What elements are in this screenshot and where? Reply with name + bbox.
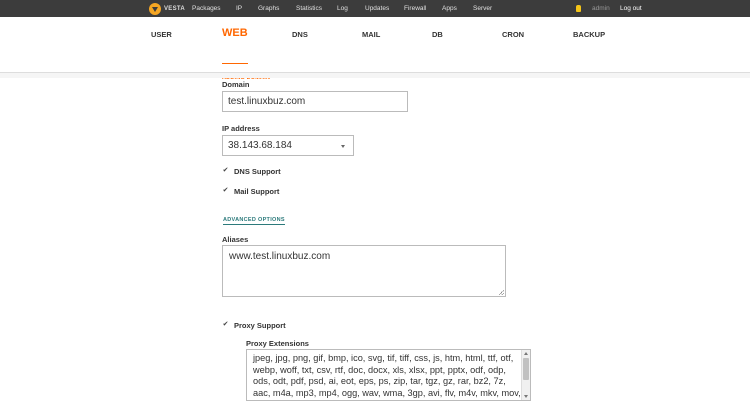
- topnav-ip[interactable]: IP: [236, 0, 242, 17]
- topnav-packages[interactable]: Packages: [192, 0, 221, 17]
- scrollbar[interactable]: [521, 350, 530, 400]
- topnav-server[interactable]: Server: [473, 0, 492, 17]
- aliases-label: Aliases: [222, 235, 249, 244]
- dns-support-label: DNS Support: [234, 167, 281, 176]
- tab-cron[interactable]: CRON: [502, 30, 524, 39]
- advanced-options-link[interactable]: ADVANCED OPTIONS: [223, 217, 285, 225]
- scroll-down-icon[interactable]: [524, 395, 528, 398]
- topnav-statistics[interactable]: Statistics: [296, 0, 322, 17]
- vesta-logo[interactable]: VESTA: [149, 2, 185, 15]
- logo-text: VESTA: [164, 5, 186, 12]
- dns-support-checkbox[interactable]: ✔: [222, 167, 229, 174]
- mail-support-label: Mail Support: [234, 187, 280, 196]
- ip-address-label: IP address: [222, 124, 260, 133]
- aliases-textarea[interactable]: www.test.linuxbuz.com: [222, 245, 506, 297]
- tab-db[interactable]: DB: [432, 30, 443, 39]
- logout-link[interactable]: Log out: [620, 0, 642, 17]
- aliases-value: www.test.linuxbuz.com: [229, 251, 331, 262]
- topnav-apps[interactable]: Apps: [442, 0, 457, 17]
- active-tab-indicator: [222, 63, 248, 64]
- top-bar: VESTA Packages IP Graphs Statistics Log …: [0, 0, 750, 17]
- tab-user[interactable]: USER: [151, 30, 172, 39]
- user-icon: [576, 5, 581, 12]
- scroll-thumb[interactable]: [523, 358, 529, 380]
- topnav-user[interactable]: admin: [592, 0, 610, 17]
- topnav-graphs[interactable]: Graphs: [258, 0, 279, 17]
- domain-input[interactable]: test.linuxbuz.com: [222, 91, 408, 112]
- tab-backup[interactable]: BACKUP: [573, 30, 605, 39]
- chevron-down-icon: [341, 145, 345, 148]
- domain-label: Domain: [222, 80, 250, 89]
- proxy-extensions-label: Proxy Extensions: [246, 339, 309, 348]
- tab-dns[interactable]: DNS: [292, 30, 308, 39]
- tab-web[interactable]: WEB: [222, 27, 248, 39]
- proxy-support-checkbox[interactable]: ✔: [222, 321, 229, 328]
- topnav-firewall[interactable]: Firewall: [404, 0, 426, 17]
- domain-input-value: test.linuxbuz.com: [228, 96, 306, 107]
- proxy-extensions-textarea[interactable]: jpeg, jpg, png, gif, bmp, ico, svg, tif,…: [246, 349, 531, 401]
- page-divider: [0, 73, 750, 78]
- main-nav: USER WEB DNS MAIL DB CRON BACKUP ADDING …: [0, 17, 750, 81]
- resize-handle-icon[interactable]: [499, 290, 504, 295]
- vesta-logo-icon: [149, 2, 161, 15]
- proxy-support-label: Proxy Support: [234, 321, 286, 330]
- ip-address-select[interactable]: 38.143.68.184: [222, 135, 354, 156]
- mail-support-checkbox[interactable]: ✔: [222, 187, 229, 194]
- proxy-extensions-value: jpeg, jpg, png, gif, bmp, ico, svg, tif,…: [253, 353, 521, 400]
- topnav-log[interactable]: Log: [337, 0, 348, 17]
- ip-address-value: 38.143.68.184: [228, 140, 292, 151]
- topnav-updates[interactable]: Updates: [365, 0, 389, 17]
- scroll-up-icon[interactable]: [524, 352, 528, 355]
- tab-mail[interactable]: MAIL: [362, 30, 380, 39]
